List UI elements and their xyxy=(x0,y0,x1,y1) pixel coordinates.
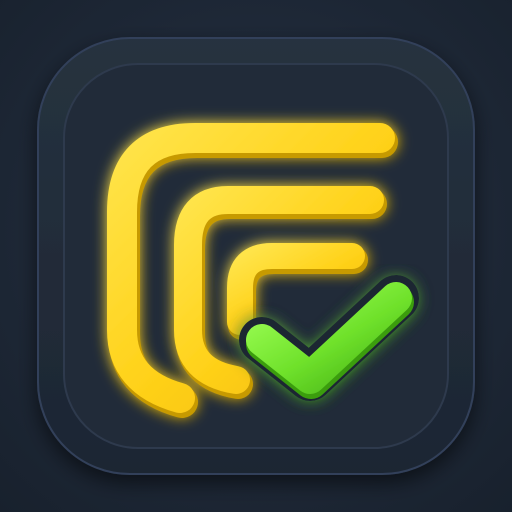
app-icon-canvas xyxy=(0,0,512,512)
app-icon xyxy=(37,37,475,475)
